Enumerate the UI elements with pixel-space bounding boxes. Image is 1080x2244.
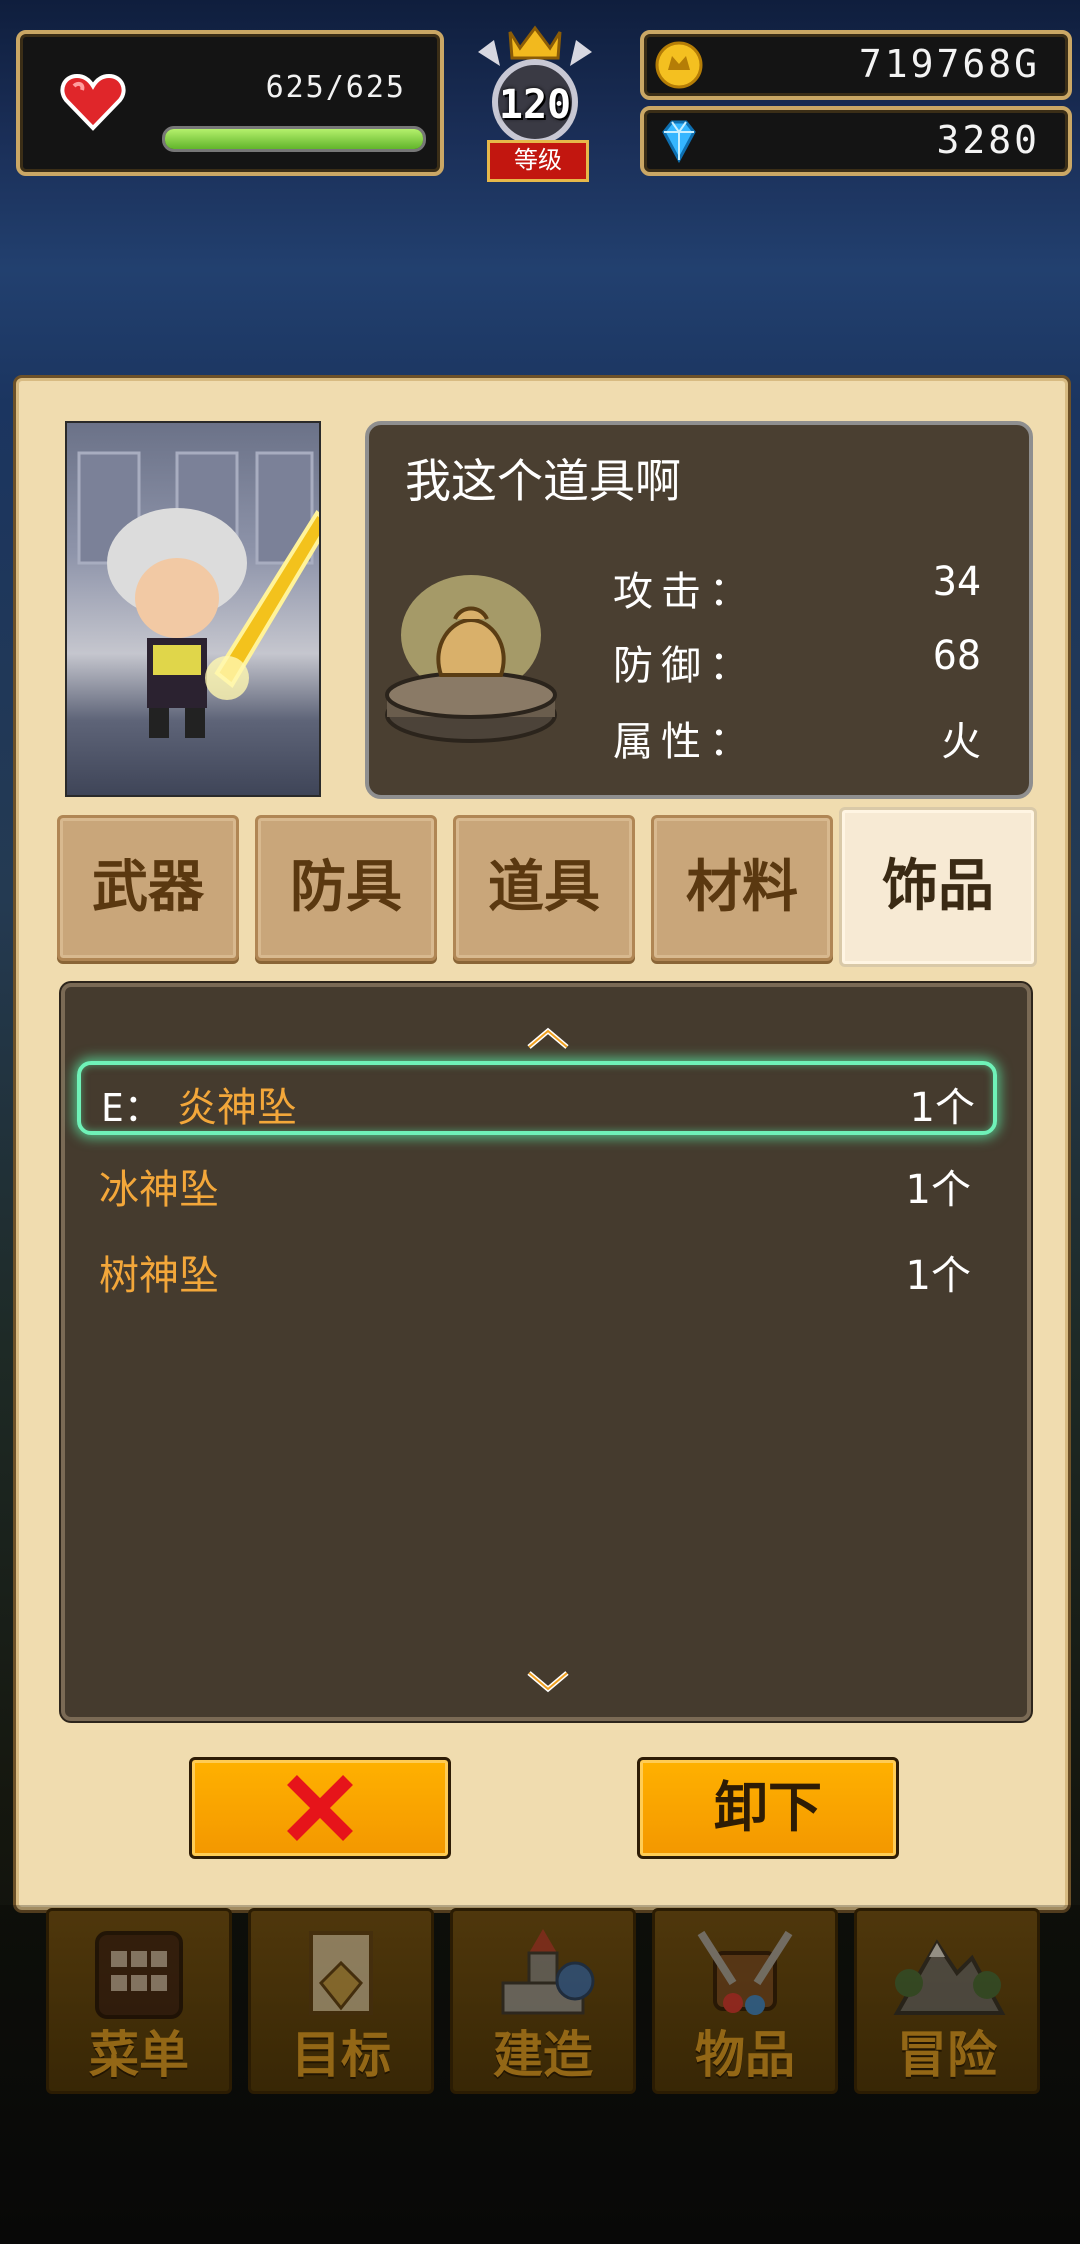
stat-label-defense: 防御： [613, 643, 757, 689]
equipped-marker: E： [101, 1086, 162, 1130]
nav-label: 菜单 [89, 2026, 189, 2084]
list-item[interactable]: 树神坠 1个 [77, 1233, 989, 1299]
item-detail-title: 我这个道具啊 [405, 454, 681, 508]
close-button[interactable] [189, 1757, 451, 1859]
hp-bar-fill [165, 129, 423, 149]
tab-accessories[interactable]: 饰品 [839, 807, 1037, 967]
item-name: 冰神坠 [99, 1167, 219, 1213]
gold-counter: 719768G [640, 30, 1072, 100]
hp-panel: 625/625 [16, 30, 444, 176]
chevron-down-icon[interactable] [523, 1667, 573, 1697]
inventory-panel: 我这个道具啊 攻击： 34 防御： 68 属性： 火 武器 防具 道具 材料 饰… [16, 378, 1068, 1910]
list-item[interactable]: E： 炎神坠 1个 [77, 1061, 997, 1135]
hp-bar [162, 126, 426, 152]
gold-coin-icon [655, 41, 703, 89]
stat-label-element: 属性： [613, 719, 757, 765]
tab-weapon[interactable]: 武器 [57, 815, 239, 961]
unequip-button[interactable]: 卸下 [637, 1757, 899, 1859]
stat-value-defense: 68 [932, 633, 981, 679]
nav-label: 物品 [695, 2026, 795, 2084]
heart-icon [60, 73, 126, 131]
nav-menu[interactable]: 菜单 [46, 1908, 232, 2094]
nav-label: 目标 [291, 2026, 391, 2084]
nav-adventure[interactable]: 冒险 [854, 1908, 1040, 2094]
tab-materials[interactable]: 材料 [651, 815, 833, 961]
diamond-icon [662, 120, 696, 164]
nav-label: 冒险 [897, 2026, 997, 2084]
character-portrait [65, 421, 321, 797]
nav-build[interactable]: 建造 [450, 1908, 636, 2094]
item-name: 树神坠 [99, 1253, 219, 1299]
gem-counter: 3280 [640, 106, 1072, 176]
level-value: 120 [498, 82, 572, 128]
gold-value: 719768G [858, 42, 1040, 86]
nav-goals[interactable]: 目标 [248, 1908, 434, 2094]
level-label: 等级 [487, 140, 589, 182]
red-x-icon [287, 1775, 353, 1841]
stat-value-attack: 34 [932, 559, 981, 605]
stat-label-attack: 攻击： [613, 569, 757, 615]
hp-value: 625/625 [265, 70, 406, 105]
stat-value-element: 火 [941, 719, 981, 765]
item-list[interactable]: E： 炎神坠 1个 冰神坠 1个 树神坠 1个 [61, 983, 1031, 1721]
item-count: 1个 [905, 1167, 971, 1213]
tab-armor[interactable]: 防具 [255, 815, 437, 961]
gem-value: 3280 [936, 118, 1040, 162]
list-item[interactable]: 冰神坠 1个 [77, 1147, 989, 1213]
item-count: 1个 [905, 1253, 971, 1299]
item-pedestal-icon [385, 575, 557, 743]
tab-items[interactable]: 道具 [453, 815, 635, 961]
nav-items[interactable]: 物品 [652, 1908, 838, 2094]
level-badge: 120 等级 [470, 22, 600, 182]
item-name: 炎神坠 [177, 1085, 297, 1131]
nav-label: 建造 [493, 2026, 593, 2084]
item-count: 1个 [909, 1085, 975, 1131]
item-detail-box: 我这个道具啊 攻击： 34 防御： 68 属性： 火 [365, 421, 1033, 799]
hero-sprite-icon [77, 451, 319, 738]
chevron-up-icon[interactable] [523, 1023, 573, 1053]
